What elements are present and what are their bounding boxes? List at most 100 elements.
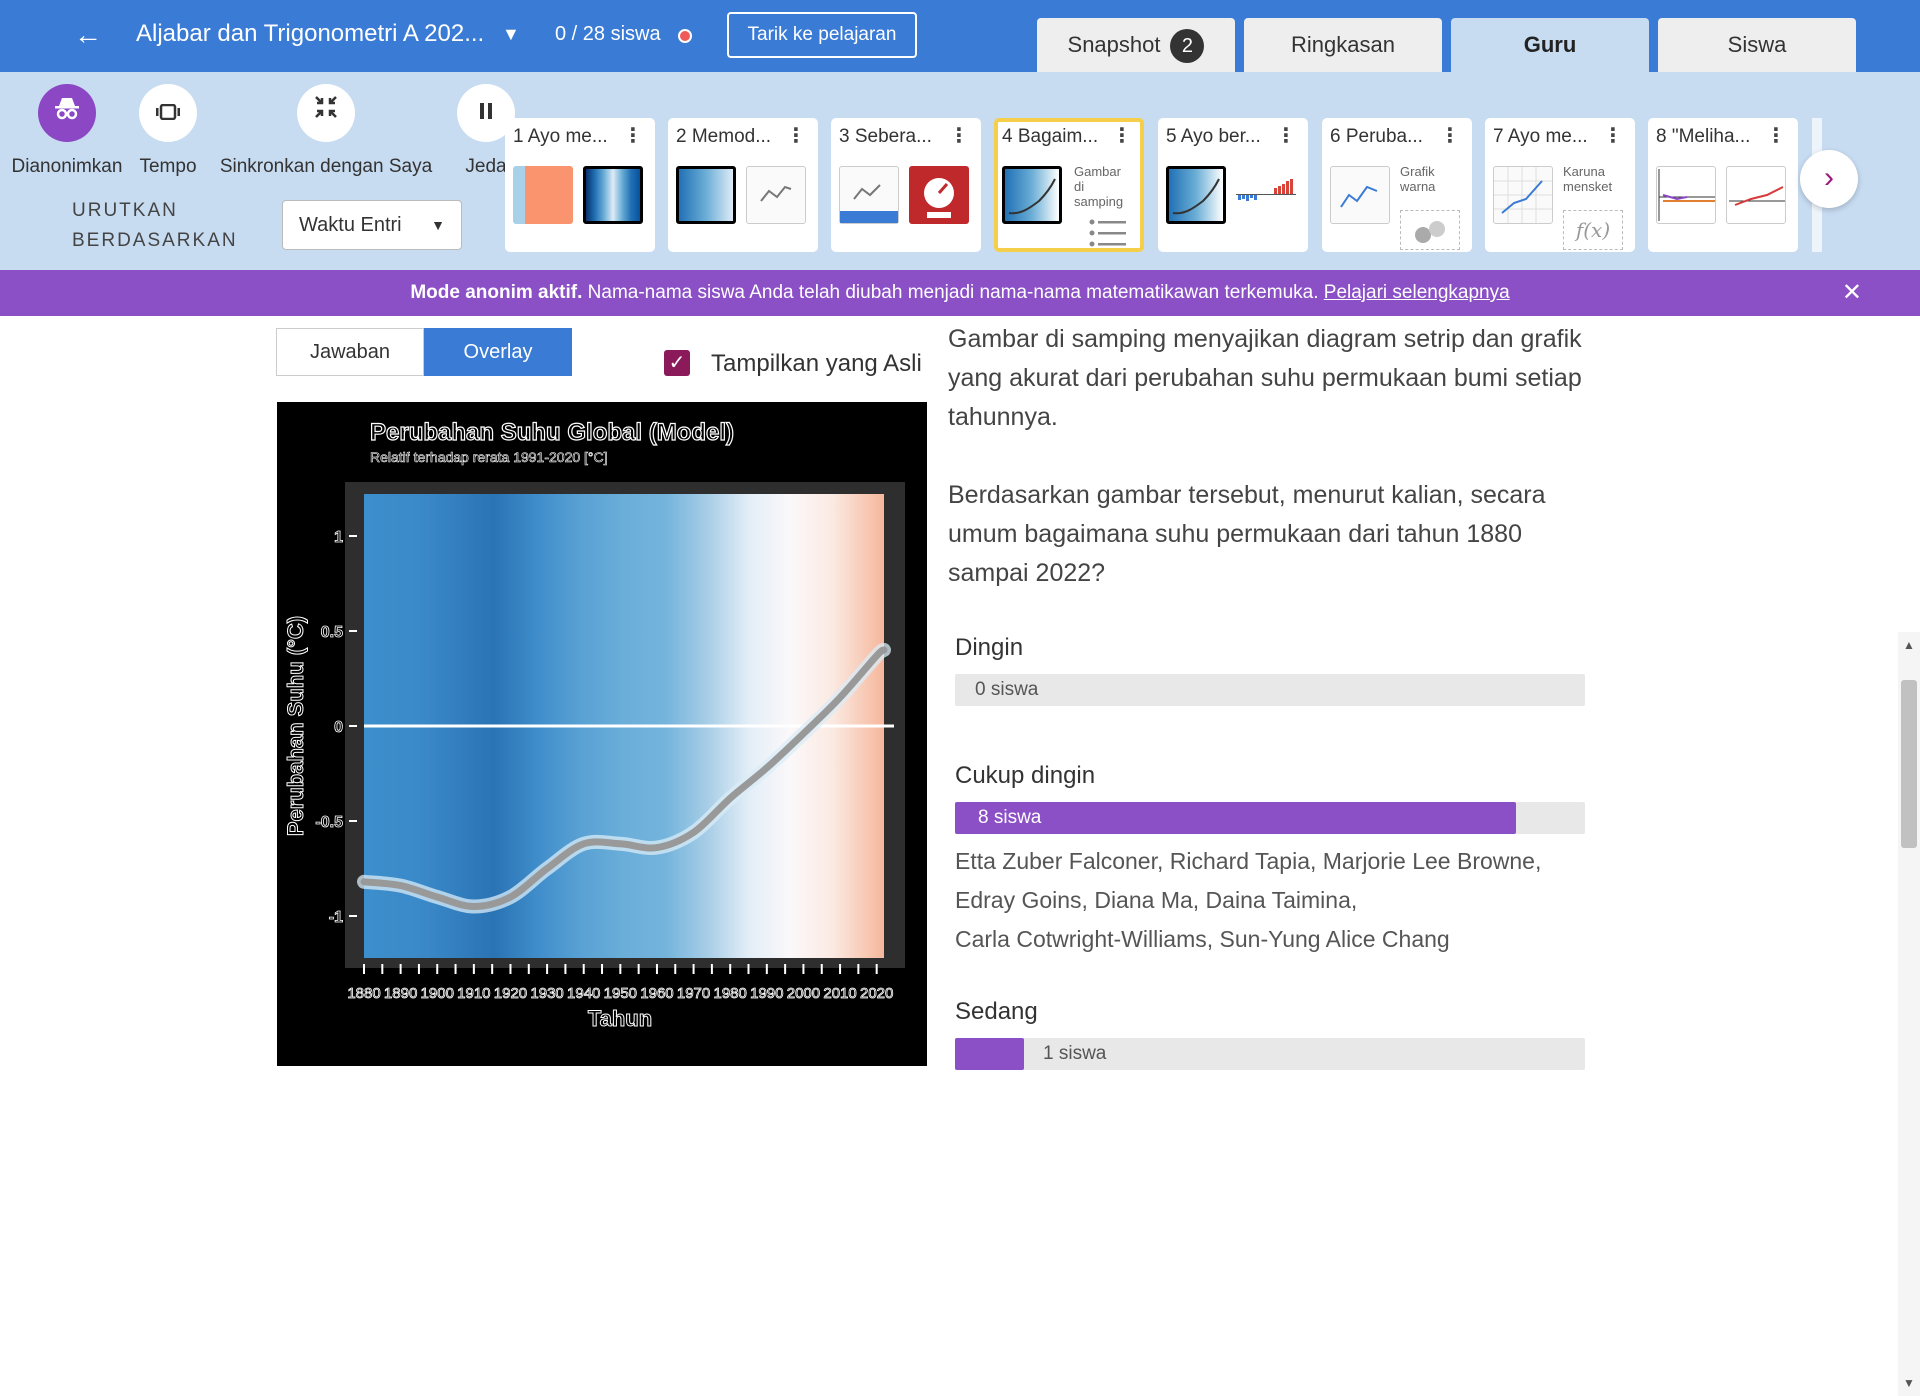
bar-thumbnail xyxy=(1236,178,1296,208)
card-more-icon[interactable]: ⋮ xyxy=(949,126,969,146)
card-preview-text: Karuna mensket sa grafik xyxy=(1563,164,1613,194)
tab-overlay[interactable]: Overlay xyxy=(424,328,572,376)
sync-icon xyxy=(297,84,355,142)
x-tick-label: 1880 xyxy=(347,985,380,1002)
chart-title: Perubahan Suhu Global (Model) xyxy=(370,419,734,446)
tab-teacher[interactable]: Guru xyxy=(1451,18,1649,72)
names-line: Carla Cotwright-Williams, Sun-Yung Alice… xyxy=(955,926,1450,952)
learn-more-link[interactable]: Pelajari selengkapnya xyxy=(1324,282,1510,303)
anonymize-label: Dianonimkan xyxy=(11,156,123,177)
tab-answers[interactable]: Jawaban xyxy=(276,328,424,376)
x-tick-label: 1980 xyxy=(714,985,747,1002)
banner-text: Nama-nama siswa Anda telah diubah menjad… xyxy=(582,282,1324,303)
sync-tool[interactable]: Sinkronkan dengan Saya xyxy=(216,84,436,178)
lesson-dropdown-chevron-icon[interactable]: ▼ xyxy=(502,24,520,45)
anonymous-mode-banner: Mode anonim aktif. Nama-nama siswa Anda … xyxy=(0,270,1920,316)
y-axis-label: Perubahan Suhu (°C) xyxy=(283,616,308,836)
thumbnail xyxy=(1002,166,1062,224)
thumbnail xyxy=(1166,166,1226,224)
data-point xyxy=(618,841,623,846)
x-tick-label: 1970 xyxy=(677,985,710,1002)
thumbnail xyxy=(839,166,899,224)
option-label: Dingin xyxy=(955,634,1024,661)
thumbnail xyxy=(1656,166,1716,224)
pace-tool[interactable]: Tempo xyxy=(136,84,200,178)
close-icon[interactable]: ✕ xyxy=(1842,270,1862,316)
thumbnail xyxy=(1330,166,1390,224)
card-more-icon[interactable]: ⋮ xyxy=(786,126,806,146)
data-point xyxy=(362,879,366,884)
pull-to-lesson-button[interactable]: Tarik ke pelajaran xyxy=(727,12,917,58)
y-tick-label: 0.5 xyxy=(321,624,343,641)
x-tick-label: 1950 xyxy=(604,985,637,1002)
data-point xyxy=(471,904,476,909)
pause-label: Jeda xyxy=(465,156,507,177)
screen-card-1[interactable]: 1 Ayo me... ⋮ xyxy=(505,118,655,252)
data-point xyxy=(654,845,659,850)
sort-dropdown[interactable]: Waktu Entri ▼ xyxy=(282,200,462,250)
data-point xyxy=(838,695,843,700)
result-bar-cold[interactable]: 0 siswa xyxy=(955,674,1585,706)
card-more-icon[interactable]: ⋮ xyxy=(623,126,643,146)
card-more-icon[interactable]: ⋮ xyxy=(1766,126,1786,146)
card-preview-text: Grafik warna biru xyxy=(1400,164,1436,194)
thumbnail xyxy=(1493,166,1553,224)
x-tick-label: 2020 xyxy=(860,985,893,1002)
banner-title: Mode anonim aktif. xyxy=(410,282,583,303)
scroll-up-icon[interactable]: ▲ xyxy=(1903,638,1915,652)
tab-summary[interactable]: Ringkasan xyxy=(1244,18,1442,72)
screen-card-2[interactable]: 2 Memod... ⋮ xyxy=(668,118,818,252)
thumbnail xyxy=(1726,166,1786,224)
back-arrow-icon[interactable]: ← xyxy=(74,20,104,50)
screen-card-7[interactable]: 7 Ayo me... ⋮ Karuna mensket sa grafik f… xyxy=(1485,118,1635,252)
scrollbar[interactable]: ▲ ▼ xyxy=(1898,632,1920,1396)
screen-card-3[interactable]: 3 Sebera... ⋮ xyxy=(831,118,981,252)
show-original-checkbox[interactable]: ✓ xyxy=(664,350,690,376)
chevron-down-icon: ▼ xyxy=(431,217,445,233)
scrollbar-thumb[interactable] xyxy=(1901,680,1917,848)
data-point xyxy=(882,648,886,652)
data-point xyxy=(545,866,550,871)
card-more-icon[interactable]: ⋮ xyxy=(1276,126,1296,146)
x-tick-label: 1990 xyxy=(750,985,783,1002)
card-more-icon[interactable]: ⋮ xyxy=(1603,126,1623,146)
x-tick-label: 1920 xyxy=(494,985,527,1002)
next-screens-chevron-icon[interactable]: › xyxy=(1800,150,1858,208)
thumbnail xyxy=(513,166,573,224)
chart-svg: Perubahan Suhu Global (Model) Relatif te… xyxy=(283,418,905,1032)
chart-subtitle: Relatif terhadap rerata 1991-2020 [°C] xyxy=(370,449,608,465)
list-icon xyxy=(1088,218,1128,248)
result-count: 0 siswa xyxy=(975,679,1039,700)
status-dot-icon xyxy=(678,29,692,43)
thumbnail xyxy=(583,166,643,224)
x-tick-label: 2010 xyxy=(823,985,856,1002)
screen-card-5[interactable]: 5 Ayo ber... ⋮ xyxy=(1158,118,1308,252)
scroll-down-icon[interactable]: ▼ xyxy=(1903,1376,1915,1390)
card-more-icon[interactable]: ⋮ xyxy=(1440,126,1460,146)
names-line: Etta Zuber Falconer, Richard Tapia, Marj… xyxy=(955,848,1542,874)
y-tick-label: 1 xyxy=(334,529,343,546)
incognito-icon xyxy=(38,84,96,142)
result-bar-moderate[interactable]: 1 siswa xyxy=(955,1038,1585,1070)
pace-label: Tempo xyxy=(139,156,197,177)
tab-snapshot[interactable]: Snapshot 2 xyxy=(1037,18,1235,72)
screen-card-4[interactable]: 4 Bagaim... ⋮ Gambar di samping xyxy=(994,118,1144,252)
student-count: 0 / 28 siswa xyxy=(555,23,661,45)
anonymize-tool[interactable]: Dianonimkan xyxy=(8,84,126,178)
top-bar: ← Aljabar dan Trigonometri A 202... ▼ 0 … xyxy=(0,0,1920,72)
data-point xyxy=(435,895,440,899)
student-names: Etta Zuber Falconer, Richard Tapia, Marj… xyxy=(955,842,1541,959)
result-bar-fairly-cold[interactable]: 8 siswa xyxy=(955,802,1585,834)
screen-card-6[interactable]: 6 Peruba... ⋮ Grafik warna biru xyxy=(1322,118,1472,252)
y-tick-label: 0 xyxy=(334,719,343,736)
card-more-icon[interactable]: ⋮ xyxy=(1112,126,1132,146)
lesson-title[interactable]: Aljabar dan Trigonometri A 202... xyxy=(136,20,484,48)
teacher-toolbar: Dianonimkan Tempo Sinkronkan dengan Saya… xyxy=(0,72,1920,270)
screen-card-8[interactable]: 8 "Meliha... ⋮ xyxy=(1648,118,1798,252)
y-tick-label: -1 xyxy=(329,909,343,926)
question-paragraph-1: Gambar di samping menyajikan diagram set… xyxy=(948,325,1582,431)
data-point xyxy=(874,653,879,658)
thumbnail xyxy=(676,166,736,224)
x-tick-label: 1910 xyxy=(457,985,490,1002)
tab-students[interactable]: Siswa xyxy=(1658,18,1856,72)
